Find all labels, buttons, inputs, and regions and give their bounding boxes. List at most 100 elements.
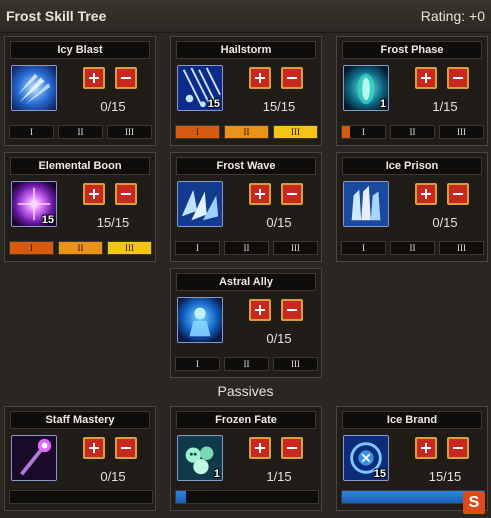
add-point-button[interactable]: [249, 67, 271, 89]
skill-name: Frost Phase: [342, 41, 482, 59]
skill-card-icy-blast: Icy Blast 0/15 I II III: [4, 36, 156, 146]
tier-3: III: [273, 241, 318, 255]
tier-row: I II III: [341, 125, 485, 139]
header-bar: Frost Skill Tree Rating: +0: [0, 0, 491, 33]
tier-2: II: [224, 125, 269, 139]
progress-bar: [175, 490, 319, 504]
remove-point-button[interactable]: [281, 67, 303, 89]
tier-1: I: [9, 241, 54, 255]
tier-row: I II III: [9, 241, 153, 255]
frost-wave-icon[interactable]: [177, 181, 223, 227]
points-label: 15/15: [428, 469, 462, 484]
tier-row: I II III: [175, 241, 319, 255]
passive-card-staff-mastery: Staff Mastery 0/15: [4, 406, 156, 511]
skill-name: Ice Brand: [342, 411, 482, 429]
tier-row: I II III: [9, 125, 153, 139]
skill-name: Hailstorm: [176, 41, 316, 59]
tier-row: I II III: [175, 357, 319, 371]
add-point-button[interactable]: [415, 437, 437, 459]
tier-2: II: [390, 241, 435, 255]
level-badge: 15: [373, 468, 386, 480]
page-title: Frost Skill Tree: [6, 8, 107, 24]
skill-name: Ice Prison: [342, 157, 482, 175]
remove-point-button[interactable]: [115, 183, 137, 205]
points-label: 15/15: [262, 99, 296, 114]
points-label: 0/15: [266, 331, 292, 346]
points-label: 0/15: [100, 469, 126, 484]
tier-2: II: [224, 357, 269, 371]
skill-card-frost-wave: Frost Wave 0/15 I II III: [170, 152, 322, 262]
tier-1: I: [341, 241, 386, 255]
rating-label: Rating: +0: [420, 8, 485, 24]
add-point-button[interactable]: [249, 437, 271, 459]
add-point-button[interactable]: [415, 183, 437, 205]
passives-heading: Passives: [217, 383, 274, 399]
tier-2: II: [390, 125, 435, 139]
tier-1: I: [175, 357, 220, 371]
ice-brand-icon[interactable]: 15: [343, 435, 389, 481]
remove-point-button[interactable]: [447, 67, 469, 89]
tier-3: III: [107, 125, 152, 139]
frost-phase-icon[interactable]: 1: [343, 65, 389, 111]
skill-name: Elemental Boon: [10, 157, 150, 175]
ice-prison-icon[interactable]: [343, 181, 389, 227]
points-label: 0/15: [100, 99, 126, 114]
tier-1: I: [175, 125, 220, 139]
hailstorm-icon[interactable]: 15: [177, 65, 223, 111]
skill-card-elemental-boon: Elemental Boon 15 15/15 I II III: [4, 152, 156, 262]
remove-point-button[interactable]: [447, 437, 469, 459]
remove-point-button[interactable]: [281, 437, 303, 459]
points-label: 0/15: [432, 215, 458, 230]
add-point-button[interactable]: [249, 299, 271, 321]
tier-1: I: [341, 125, 386, 139]
tier-2: II: [58, 241, 103, 255]
add-point-button[interactable]: [415, 67, 437, 89]
skill-name: Staff Mastery: [10, 411, 150, 429]
tier-row: I II III: [175, 125, 319, 139]
level-badge: 15: [207, 98, 220, 110]
tier-3: III: [439, 241, 484, 255]
add-point-button[interactable]: [249, 183, 271, 205]
add-point-button[interactable]: [83, 67, 105, 89]
tier-row: I II III: [341, 241, 485, 255]
skill-card-hailstorm: Hailstorm 15 15/15 I II III: [170, 36, 322, 146]
level-badge: 15: [41, 214, 54, 226]
remove-point-button[interactable]: [115, 67, 137, 89]
tier-2: II: [58, 125, 103, 139]
level-badge: 1: [213, 468, 220, 480]
skill-name: Astral Ally: [176, 273, 316, 291]
skill-card-ice-prison: Ice Prison 0/15 I II III: [336, 152, 488, 262]
remove-point-button[interactable]: [447, 183, 469, 205]
tier-1: I: [175, 241, 220, 255]
skill-card-astral-ally: Astral Ally 0/15 I II III: [170, 268, 322, 378]
points-label: 1/15: [266, 469, 292, 484]
progress-bar: [9, 490, 153, 504]
remove-point-button[interactable]: [281, 299, 303, 321]
staff-mastery-icon[interactable]: [11, 435, 57, 481]
logo-icon: S: [463, 492, 485, 514]
tier-1: I: [9, 125, 54, 139]
add-point-button[interactable]: [83, 183, 105, 205]
frozen-fate-icon[interactable]: 1: [177, 435, 223, 481]
skill-name: Frozen Fate: [176, 411, 316, 429]
remove-point-button[interactable]: [281, 183, 303, 205]
points-label: 1/15: [432, 99, 458, 114]
add-point-button[interactable]: [83, 437, 105, 459]
tier-3: III: [273, 357, 318, 371]
skill-name: Icy Blast: [10, 41, 150, 59]
skill-name: Frost Wave: [176, 157, 316, 175]
points-label: 15/15: [96, 215, 130, 230]
elemental-boon-icon[interactable]: 15: [11, 181, 57, 227]
tier-3: III: [107, 241, 152, 255]
tier-2: II: [224, 241, 269, 255]
tier-3: III: [439, 125, 484, 139]
tier-3: III: [273, 125, 318, 139]
remove-point-button[interactable]: [115, 437, 137, 459]
progress-fill: [176, 491, 186, 503]
points-label: 0/15: [266, 215, 292, 230]
level-badge: 1: [379, 98, 386, 110]
icy-blast-icon[interactable]: [11, 65, 57, 111]
skill-card-frost-phase: Frost Phase 1 1/15 I II III: [336, 36, 488, 146]
passive-card-frozen-fate: Frozen Fate 1 1/15: [170, 406, 322, 511]
astral-ally-icon[interactable]: [177, 297, 223, 343]
